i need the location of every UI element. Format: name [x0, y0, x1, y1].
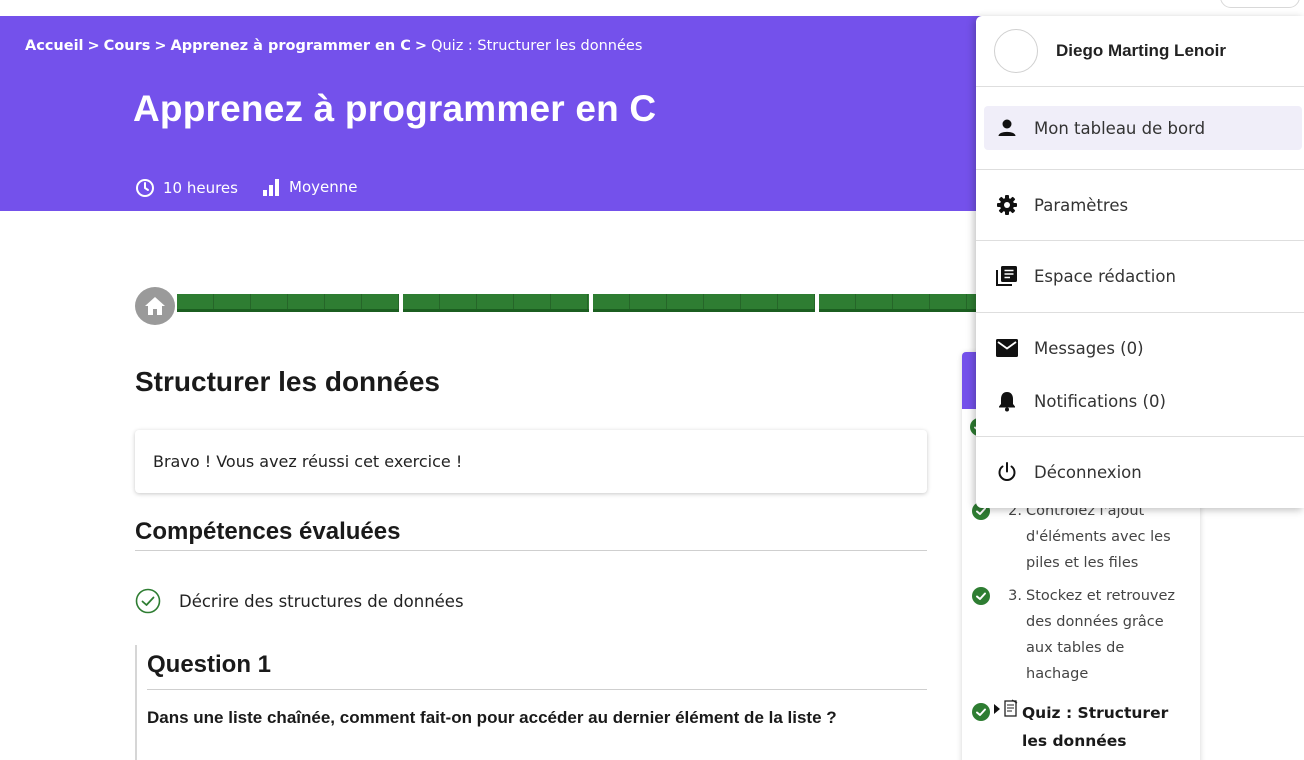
progress-segment[interactable]: [177, 294, 399, 312]
library-books-icon: [996, 266, 1017, 286]
progress-segments: [177, 294, 979, 312]
quiz-document-icon: [1004, 699, 1018, 717]
breadcrumb-current: Quiz : Structurer les données: [431, 38, 643, 54]
user-profile[interactable]: Diego Marting Lenoir: [994, 29, 1226, 73]
menu-item-label: Paramètres: [1034, 195, 1129, 215]
course-title: Apprenez à programmer en C: [133, 88, 657, 129]
check-filled-icon: [972, 703, 990, 721]
duration-text: 10 heures: [163, 179, 238, 197]
top-toggle[interactable]: [1220, 0, 1300, 8]
outline-item-label: Contrôlez l'ajout d'éléments avec les pi…: [1026, 503, 1171, 571]
menu-item-dashboard[interactable]: Mon tableau de bord: [984, 106, 1302, 150]
menu-item-settings[interactable]: Paramètres: [984, 183, 1302, 227]
bell-icon: [999, 392, 1015, 412]
breadcrumb-separator: >: [154, 38, 167, 54]
course-progress: [135, 287, 995, 327]
menu-item-messages[interactable]: Messages (0): [984, 326, 1302, 370]
caret-right-icon: [994, 704, 1000, 714]
menu-divider: [976, 312, 1304, 313]
course-duration: 10 heures: [135, 178, 238, 198]
question-text: Dans une liste chaînée, comment fait-on …: [147, 708, 837, 727]
check-circle-icon: [135, 588, 161, 614]
menu-item-label: Déconnexion: [1034, 462, 1142, 482]
breadcrumb-home-link[interactable]: Accueil: [25, 38, 84, 54]
menu-item-label: Notifications (0): [1034, 391, 1166, 411]
outline-item-number: 3.: [1008, 588, 1022, 604]
menu-item-label: Espace rédaction: [1034, 266, 1176, 286]
course-level: Moyenne: [261, 178, 357, 196]
breadcrumb-courses-link[interactable]: Cours: [104, 38, 151, 54]
menu-divider: [976, 169, 1304, 170]
user-menu: Diego Marting Lenoir Mon tableau de bord…: [976, 16, 1304, 508]
progress-home-button[interactable]: [135, 287, 175, 325]
clock-icon: [136, 179, 154, 197]
menu-item-label: Mon tableau de bord: [1034, 118, 1206, 138]
outline-item[interactable]: 3. Stockez et retrouvez des données grâc…: [972, 583, 1192, 687]
section-title: Structurer les données: [135, 366, 440, 397]
menu-item-logout[interactable]: Déconnexion: [984, 450, 1302, 494]
menu-item-notifications[interactable]: Notifications (0): [984, 379, 1302, 423]
menu-item-writing-space[interactable]: Espace rédaction: [984, 254, 1302, 298]
progress-segment[interactable]: [403, 294, 589, 312]
outline-item[interactable]: 2. Contrôlez l'ajout d'éléments avec les…: [972, 498, 1192, 576]
menu-divider: [976, 436, 1304, 437]
power-icon: [998, 462, 1016, 481]
breadcrumb-separator: >: [87, 38, 100, 54]
envelope-icon: [996, 339, 1018, 357]
menu-item-label: Messages (0): [1034, 338, 1144, 358]
user-name: Diego Marting Lenoir: [1056, 41, 1226, 60]
outline-item-label: Stockez et retrouvez des données grâce a…: [1026, 588, 1176, 682]
level-bars-icon: [263, 179, 279, 196]
success-text: Bravo ! Vous avez réussi cet exercice !: [153, 452, 463, 471]
outline-item-current[interactable]: Quiz : Structurer les données: [972, 699, 1192, 755]
check-filled-icon: [972, 587, 990, 605]
breadcrumb: Accueil > Cours > Apprenez à programmer en C…: [25, 38, 642, 54]
outline-item-label: Quiz : Structurer les données: [1022, 704, 1169, 750]
gear-icon: [997, 195, 1017, 215]
breadcrumb-separator: >: [414, 38, 428, 54]
level-text: Moyenne: [289, 178, 358, 196]
question-block: Question 1 Dans une liste chaînée, comme…: [135, 645, 927, 760]
competence-item: Décrire des structures de données: [135, 588, 464, 614]
competence-label: Décrire des structures de données: [179, 591, 464, 611]
progress-segment[interactable]: [593, 294, 815, 312]
progress-segment[interactable]: [819, 294, 979, 312]
question-title: Question 1: [147, 645, 927, 690]
person-icon: [998, 119, 1016, 136]
current-markers: [990, 699, 1022, 755]
menu-divider: [976, 240, 1304, 241]
top-strip: [0, 0, 1304, 16]
avatar: [994, 29, 1038, 73]
success-message: Bravo ! Vous avez réussi cet exercice !: [135, 430, 927, 493]
outline-item-number: 2.: [1008, 503, 1022, 519]
home-icon: [145, 297, 165, 315]
breadcrumb-course-link[interactable]: Apprenez à programmer en C: [171, 38, 411, 54]
menu-divider: [976, 86, 1304, 87]
competences-title: Compétences évaluées: [135, 518, 927, 551]
